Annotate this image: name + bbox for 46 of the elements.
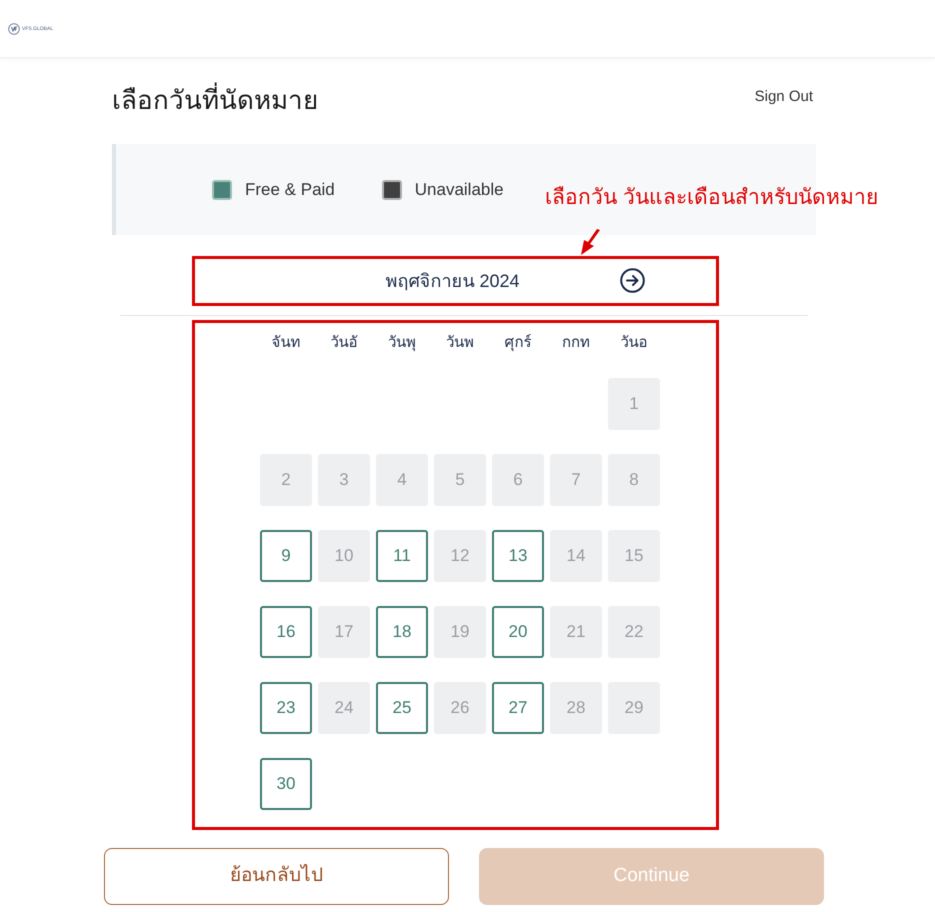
weekday-label: วันพ: [446, 333, 474, 353]
legend-label: Unavailable: [414, 178, 504, 200]
day-cell[interactable]: 14: [550, 530, 602, 582]
day-cell[interactable]: 21: [550, 606, 602, 658]
day-cell[interactable]: 22: [608, 606, 660, 658]
day-cell[interactable]: 7: [550, 454, 602, 506]
weekday-label: วันอ: [620, 333, 648, 353]
weekday-label: กกท: [562, 333, 590, 353]
day-cell[interactable]: 27: [492, 682, 544, 734]
weekday-label: จันท: [272, 333, 300, 353]
day-cell[interactable]: 17: [318, 606, 370, 658]
day-cell[interactable]: 18: [376, 606, 428, 658]
day-cell[interactable]: 20: [492, 606, 544, 658]
day-cell[interactable]: 19: [434, 606, 486, 658]
day-cell[interactable]: 26: [434, 682, 486, 734]
sign-out-link[interactable]: Sign Out: [754, 87, 813, 107]
day-cell[interactable]: 4: [376, 454, 428, 506]
day-cell[interactable]: 11: [376, 530, 428, 582]
day-cell[interactable]: 1: [608, 378, 660, 430]
day-cell[interactable]: 23: [260, 682, 312, 734]
weekday-label: วันพุ: [388, 333, 416, 354]
day-cell[interactable]: 12: [434, 530, 486, 582]
day-cell[interactable]: 16: [260, 606, 312, 658]
day-cell[interactable]: 25: [376, 682, 428, 734]
page-title: เลือกวันที่นัดหมาย: [112, 80, 318, 120]
month-label: พฤศจิกายน 2024: [385, 270, 521, 293]
weekday-label: วันอั: [330, 333, 358, 353]
logo-icon: [8, 22, 20, 34]
back-button[interactable]: ย้อนกลับไป: [104, 848, 449, 905]
day-cell[interactable]: 29: [608, 682, 660, 734]
day-cell[interactable]: 10: [318, 530, 370, 582]
annotation-text: เลือกวัน วันและเดือนสำหรับนัดหมาย: [545, 185, 878, 211]
day-cell[interactable]: 3: [318, 454, 370, 506]
legend-label: Free & Paid: [245, 178, 335, 200]
day-cell[interactable]: 30: [260, 758, 312, 810]
day-cell[interactable]: 15: [608, 530, 660, 582]
day-cell[interactable]: 13: [492, 530, 544, 582]
day-cell[interactable]: 2: [260, 454, 312, 506]
day-cell[interactable]: 28: [550, 682, 602, 734]
day-cell[interactable]: 5: [434, 454, 486, 506]
arrow-right-circle-icon[interactable]: [620, 268, 645, 293]
weekday-label: ศุกร์: [504, 333, 532, 354]
day-cell[interactable]: 24: [318, 682, 370, 734]
day-cell[interactable]: 6: [492, 454, 544, 506]
day-cell[interactable]: 8: [608, 454, 660, 506]
day-cell[interactable]: 9: [260, 530, 312, 582]
